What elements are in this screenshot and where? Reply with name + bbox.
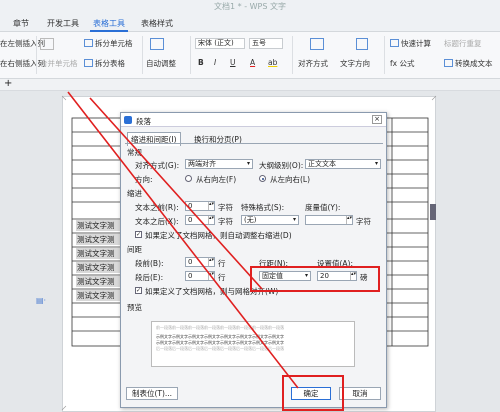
auto-indent-label: 如果定义了文档网格，则自动调整右缩进(D) — [145, 231, 292, 240]
before-para-spinner[interactable]: 0 ▴▾ — [185, 257, 215, 267]
ltr-radio[interactable] — [259, 175, 266, 182]
section-spacing: 间距 — [127, 245, 142, 254]
spinner-arrows-icon[interactable]: ▴▾ — [346, 216, 352, 224]
direction-label: 方向: — [135, 175, 153, 184]
outline-label: 大纲级别(O): — [259, 161, 304, 170]
special-format-select[interactable]: (无) ▾ — [241, 215, 299, 225]
outline-select[interactable]: 正文文本 ▾ — [305, 159, 381, 169]
auto-indent-checkbox[interactable]: ✓ — [135, 231, 142, 238]
unit-char: 字符 — [218, 203, 233, 212]
preview-box: 前一段落前一段落前一段落前一段落前一段落前一段落前一段落前一段落 示例文字示例文… — [151, 321, 355, 367]
snap-grid-checkbox[interactable]: ✓ — [135, 287, 142, 294]
dialog-titlebar: 段落 × — [121, 113, 386, 127]
before-para-label: 段前(B): — [135, 259, 164, 268]
ltr-label: 从左向右(L) — [270, 175, 311, 184]
doc-side-icon[interactable]: ▤· — [36, 296, 46, 305]
cancel-button[interactable]: 取消 — [339, 387, 381, 400]
highlight-line-spacing-box — [250, 266, 380, 292]
chevron-down-icon: ▾ — [374, 160, 378, 167]
spinner-arrows-icon[interactable]: ▴▾ — [208, 202, 214, 210]
align-label: 对齐方式(G): — [135, 161, 180, 170]
section-preview: 预览 — [127, 303, 142, 312]
after-text-spinner[interactable]: 0 ▴▾ — [185, 215, 215, 225]
align-select[interactable]: 两端对齐 ▾ — [185, 159, 253, 169]
unit-line: 行 — [218, 273, 226, 282]
after-para-label: 段后(E): — [135, 273, 164, 282]
tab-line-page-break[interactable]: 换行和分页(P) — [191, 133, 245, 146]
wps-logo-icon — [124, 116, 132, 124]
measure-spinner[interactable]: ▴▾ — [305, 215, 353, 225]
rtl-label: 从右向左(F) — [196, 175, 237, 184]
after-para-spinner[interactable]: 0 ▴▾ — [185, 271, 215, 281]
chevron-down-icon: ▾ — [246, 160, 250, 167]
spinner-arrows-icon[interactable]: ▴▾ — [208, 258, 214, 266]
section-general: 常规 — [127, 148, 142, 157]
measure-label: 度量值(Y): — [305, 203, 341, 212]
highlight-ok-box — [282, 375, 344, 411]
preview-prev-text: 前一段落前一段落前一段落前一段落前一段落前一段落前一段落前一段落 — [156, 325, 284, 330]
measure-unit: 字符 — [356, 217, 371, 226]
tab-divider — [125, 143, 383, 144]
dialog-title: 段落 — [136, 117, 151, 126]
unit-line: 行 — [218, 259, 226, 268]
close-icon[interactable]: × — [372, 115, 382, 124]
unit-char: 字符 — [218, 217, 233, 226]
spinner-arrows-icon[interactable]: ▴▾ — [208, 216, 214, 224]
before-text-label: 文本之前(R): — [135, 203, 179, 212]
special-format-label: 特殊格式(S): — [241, 203, 285, 212]
section-indent: 缩进 — [127, 189, 142, 198]
tabs-button[interactable]: 制表位(T)... — [126, 387, 178, 400]
after-text-label: 文本之后(X): — [135, 217, 179, 226]
rtl-radio[interactable] — [185, 175, 192, 182]
preview-next-text: 后一段落后一段落后一段落后一段落后一段落后一段落后一段落后一段落 — [156, 346, 284, 351]
spinner-arrows-icon[interactable]: ▴▾ — [208, 272, 214, 280]
chevron-down-icon: ▾ — [292, 216, 296, 223]
before-text-spinner[interactable]: 0 ▴▾ — [185, 201, 215, 211]
paragraph-dialog: 段落 × 缩进和间距(I) 换行和分页(P) 常规 对齐方式(G): 两端对齐 ▾… — [120, 112, 387, 408]
